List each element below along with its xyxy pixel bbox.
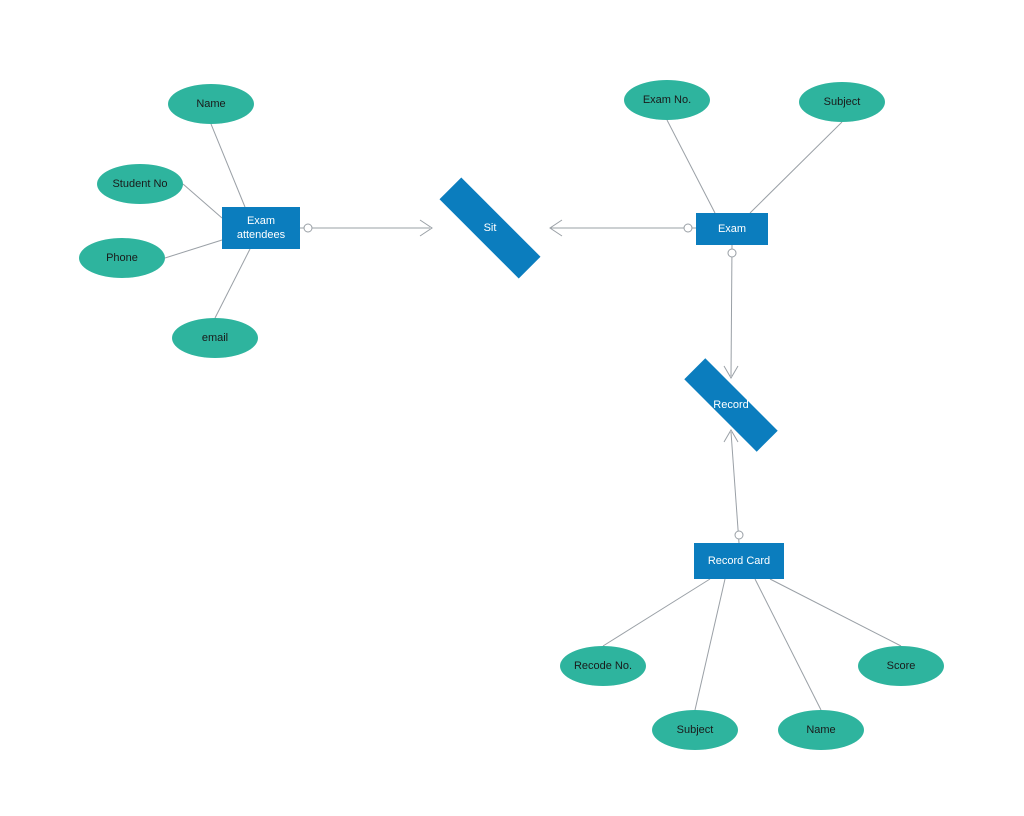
relationship-sit: Sit [455, 200, 525, 256]
attribute-name: Name [168, 84, 254, 124]
attribute-label: Name [196, 98, 225, 110]
entity-exam-attendees: Exam attendees [222, 207, 300, 249]
entity-record-card: Record Card [694, 543, 784, 579]
attribute-label: Exam No. [643, 94, 691, 106]
entity-label: Exam attendees [222, 214, 300, 243]
attribute-label: Name [806, 724, 835, 736]
attribute-label: Recode No. [574, 660, 632, 672]
attribute-name-card: Name [778, 710, 864, 750]
relationship-record: Record [699, 378, 763, 432]
attribute-label: Score [887, 660, 916, 672]
attribute-email: email [172, 318, 258, 358]
attribute-phone: Phone [79, 238, 165, 278]
attribute-label: Subject [677, 724, 714, 736]
attribute-score: Score [858, 646, 944, 686]
entity-exam: Exam [696, 213, 768, 245]
entity-label: Exam [718, 222, 746, 236]
connector-layer [0, 0, 1024, 816]
attribute-label: Student No [112, 178, 167, 190]
relationship-label: Sit [484, 222, 497, 234]
attribute-label: email [202, 332, 228, 344]
attribute-subject-exam: Subject [799, 82, 885, 122]
attribute-label: Subject [824, 96, 861, 108]
attribute-subject-card: Subject [652, 710, 738, 750]
entity-label: Record Card [708, 554, 770, 568]
attribute-student-no: Student No [97, 164, 183, 204]
attribute-recode-no: Recode No. [560, 646, 646, 686]
attribute-label: Phone [106, 252, 138, 264]
attribute-exam-no: Exam No. [624, 80, 710, 120]
relationship-label: Record [713, 399, 748, 411]
